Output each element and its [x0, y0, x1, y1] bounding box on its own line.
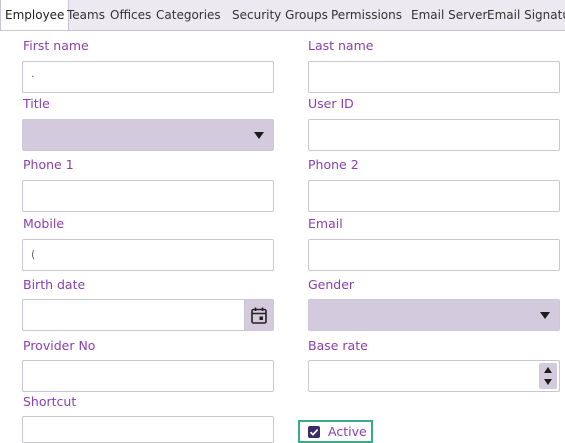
chevron-down-icon [540, 312, 550, 319]
shortcut-field[interactable] [22, 416, 274, 443]
gender-label: Gender [308, 277, 355, 292]
tab-security-groups[interactable]: Security Groups [232, 0, 328, 30]
email-field[interactable] [308, 239, 560, 271]
chevron-down-icon [254, 132, 264, 139]
tab-email-server[interactable]: Email Server [411, 0, 487, 30]
email-label: Email [308, 216, 343, 231]
base-rate-stepper[interactable] [539, 363, 557, 389]
birth-date-field[interactable] [22, 299, 274, 331]
title-select[interactable] [22, 119, 274, 151]
calendar-button[interactable] [244, 300, 273, 330]
provider-no-label: Provider No [23, 338, 96, 353]
user-id-field[interactable] [308, 119, 560, 151]
active-checkbox-container[interactable]: Active [298, 420, 373, 443]
tab-teams[interactable]: Teams [67, 0, 105, 30]
mobile-label: Mobile [23, 216, 65, 231]
phone2-label: Phone 2 [308, 157, 359, 172]
phone1-label: Phone 1 [23, 157, 74, 172]
tab-permissions[interactable]: Permissions [331, 0, 402, 30]
shortcut-label: Shortcut [23, 394, 77, 409]
tab-categories[interactable]: Categories [156, 0, 221, 30]
tab-email-signature[interactable]: Email Signature [487, 0, 565, 30]
gender-select[interactable] [308, 299, 560, 331]
first-name-label: First name [23, 38, 89, 53]
tab-employee[interactable]: Employee [0, 0, 70, 30]
phone1-field[interactable] [22, 180, 274, 212]
first-name-field[interactable]: · [22, 61, 274, 93]
tab-bar: Employee Teams Offices Categories Securi… [0, 0, 565, 31]
phone2-field[interactable] [308, 180, 560, 212]
increment-icon[interactable] [544, 367, 552, 373]
title-label: Title [23, 96, 50, 111]
decrement-icon[interactable] [544, 379, 552, 385]
birth-date-label: Birth date [23, 277, 86, 292]
last-name-label: Last name [308, 38, 374, 53]
mobile-field[interactable]: ( [22, 239, 274, 271]
active-checkbox[interactable] [308, 426, 320, 438]
checkmark-icon [309, 429, 319, 436]
last-name-field[interactable] [308, 61, 560, 93]
provider-no-field[interactable] [22, 360, 274, 392]
base-rate-label: Base rate [308, 338, 368, 353]
user-id-label: User ID [308, 96, 354, 111]
tab-offices[interactable]: Offices [110, 0, 151, 30]
base-rate-field[interactable] [308, 360, 560, 392]
active-label: Active [328, 424, 367, 439]
calendar-icon [251, 307, 267, 324]
